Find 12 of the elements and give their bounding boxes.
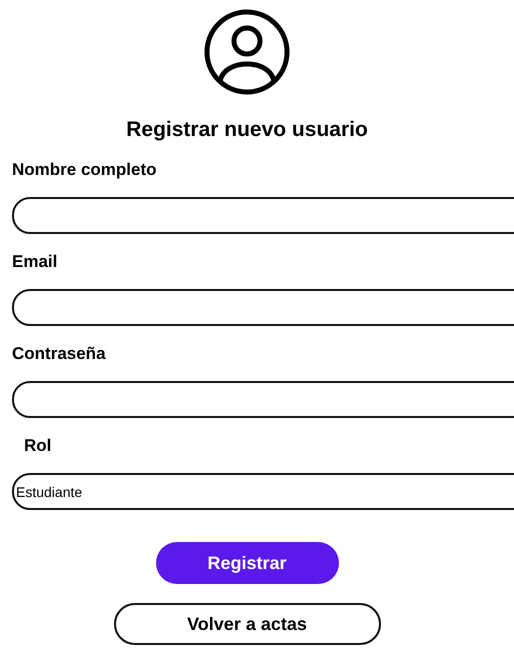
field-label: Email (12, 252, 58, 272)
field-label: Rol (24, 436, 52, 456)
field-label: Nombre completo (12, 160, 157, 180)
form-title: Registrar nuevo usuario (126, 118, 368, 142)
role-select[interactable]: Estudiante (12, 473, 514, 510)
input-field[interactable] (12, 289, 514, 326)
back-button[interactable]: Volver a actas (114, 603, 380, 645)
input-field[interactable] (12, 381, 514, 418)
user-avatar-icon (203, 8, 291, 96)
field-label: Contraseña (12, 344, 106, 364)
input-field[interactable] (12, 197, 514, 234)
register-button[interactable]: Registrar (156, 542, 338, 584)
